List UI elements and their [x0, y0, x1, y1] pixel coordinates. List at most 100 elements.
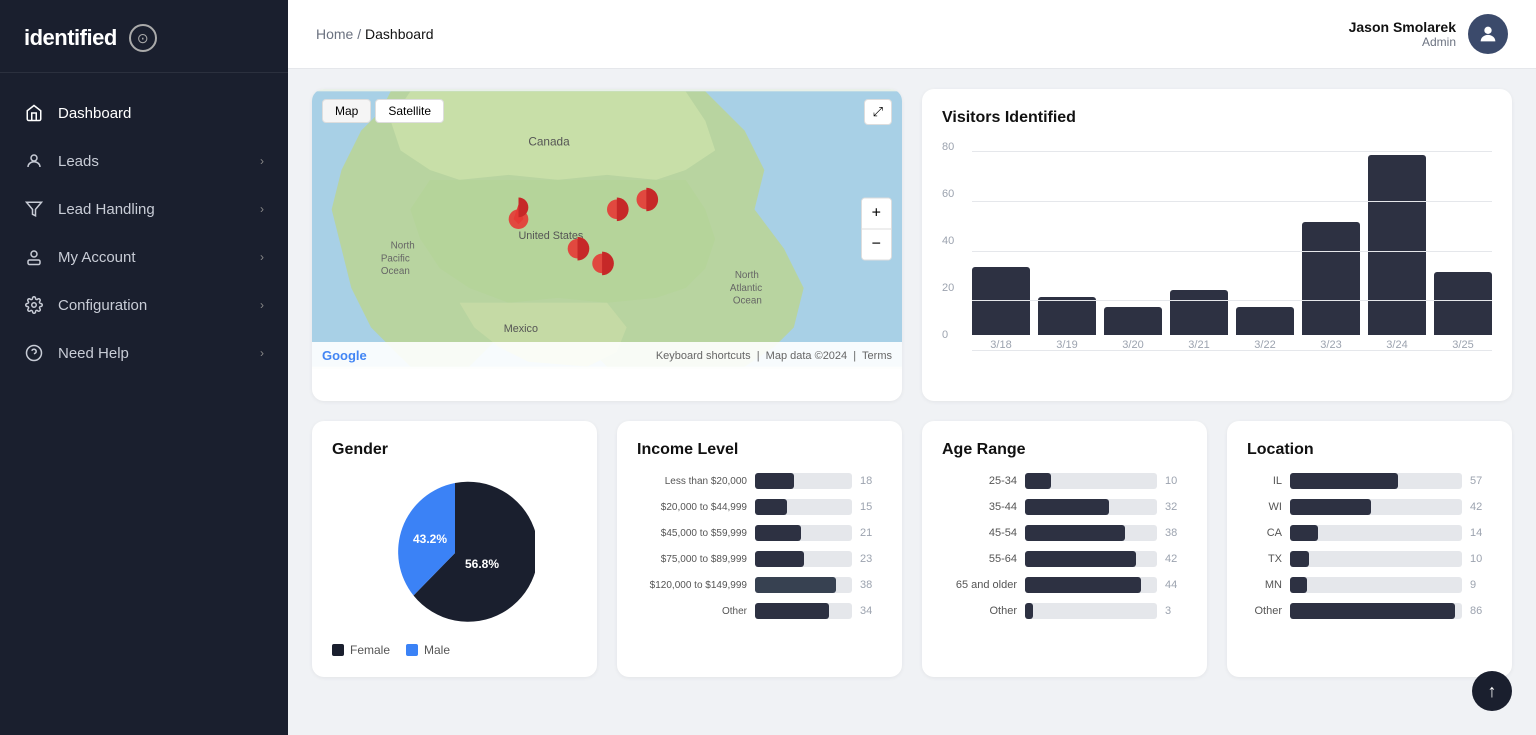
income-bar-track: [755, 473, 852, 489]
lead-handling-chevron: ›: [260, 202, 264, 216]
income-bar-label: Other: [637, 606, 747, 617]
svg-text:Ocean: Ocean: [733, 296, 762, 307]
location-bar-row: IL 57: [1247, 473, 1492, 489]
header-user: Jason Smolarek Admin: [1349, 14, 1508, 54]
visitors-chart-card: Visitors Identified 80 60 40 20 0: [922, 89, 1512, 401]
leads-chevron: ›: [260, 154, 264, 168]
home-icon: [24, 103, 44, 123]
svg-text:Pacific: Pacific: [381, 253, 410, 264]
chart-y-labels: 80 60 40 20 0: [942, 141, 954, 341]
location-bar-row: MN 9: [1247, 577, 1492, 593]
svg-text:Canada: Canada: [528, 134, 570, 148]
age-bar-label: Other: [942, 605, 1017, 617]
location-bar-label: Other: [1247, 605, 1282, 617]
sidebar-item-need-help[interactable]: Need Help ›: [0, 329, 288, 377]
income-bar-fill: [755, 603, 829, 619]
legend-female: Female: [332, 643, 390, 657]
male-dot: [406, 644, 418, 656]
location-card: Location IL 57 WI 42 CA 14 TX 10 MN 9: [1227, 421, 1512, 677]
sidebar-item-dashboard[interactable]: Dashboard: [0, 89, 288, 137]
income-bar-fill: [755, 473, 794, 489]
gear-icon: [24, 295, 44, 315]
zoom-out-button[interactable]: −: [862, 230, 891, 260]
income-bar-row: Other 34: [637, 603, 882, 619]
satellite-button[interactable]: Satellite: [375, 99, 444, 123]
user-icon: [24, 247, 44, 267]
svg-text:Atlantic: Atlantic: [730, 283, 762, 294]
gender-card: Gender 56.8% 43.2%: [312, 421, 597, 677]
sidebar-item-my-account-label: My Account: [58, 249, 136, 266]
sidebar-item-need-help-label: Need Help: [58, 345, 129, 362]
breadcrumb: Home / Dashboard: [316, 26, 434, 42]
sidebar-item-leads[interactable]: Leads ›: [0, 137, 288, 185]
app-name: identified: [24, 25, 117, 51]
svg-text:43.2%: 43.2%: [413, 532, 447, 546]
location-bar-track: [1290, 551, 1462, 567]
location-bar-label: WI: [1247, 501, 1282, 513]
map-zoom-controls: + −: [861, 198, 892, 261]
sidebar-item-configuration[interactable]: Configuration ›: [0, 281, 288, 329]
age-bar-fill: [1025, 525, 1125, 541]
age-bar-track: [1025, 577, 1157, 593]
bottom-row: Gender 56.8% 43.2%: [312, 421, 1512, 677]
y-label-20: 20: [942, 282, 954, 294]
sidebar-item-configuration-label: Configuration: [58, 297, 147, 314]
y-label-40: 40: [942, 235, 954, 247]
location-bar-label: TX: [1247, 553, 1282, 565]
income-bar-track: [755, 603, 852, 619]
income-bar-value: 15: [860, 501, 882, 513]
gender-title: Gender: [332, 441, 577, 459]
age-bar-value: 3: [1165, 605, 1187, 617]
location-bar-fill: [1290, 473, 1398, 489]
configuration-chevron: ›: [260, 298, 264, 312]
main-content: Home / Dashboard Jason Smolarek Admin: [288, 0, 1536, 735]
visitors-chart-title: Visitors Identified: [942, 109, 1492, 127]
user-info: Jason Smolarek Admin: [1349, 19, 1456, 49]
age-bar-label: 65 and older: [942, 579, 1017, 591]
income-bar-value: 23: [860, 553, 882, 565]
sidebar-item-my-account[interactable]: My Account ›: [0, 233, 288, 281]
location-bar-row: CA 14: [1247, 525, 1492, 541]
y-label-0: 0: [942, 329, 954, 341]
income-bar-row: $45,000 to $59,999 21: [637, 525, 882, 541]
income-bar-fill: [755, 525, 801, 541]
income-bar-track: [755, 577, 852, 593]
pie-chart: 56.8% 43.2%: [375, 473, 535, 633]
scroll-to-top-button[interactable]: ↑: [1472, 671, 1512, 711]
age-bar-fill: [1025, 499, 1109, 515]
breadcrumb-separator: /: [357, 26, 361, 42]
breadcrumb-current: Dashboard: [365, 26, 434, 42]
map-card: Canada United States Mexico North Pacifi…: [312, 89, 902, 401]
income-bar-row: Less than $20,000 18: [637, 473, 882, 489]
income-bar-label: Less than $20,000: [637, 476, 747, 487]
location-bar-label: CA: [1247, 527, 1282, 539]
user-name: Jason Smolarek: [1349, 19, 1456, 35]
location-bar-track: [1290, 473, 1462, 489]
location-bar-value: 42: [1470, 501, 1492, 513]
map-button[interactable]: Map: [322, 99, 371, 123]
avatar[interactable]: [1468, 14, 1508, 54]
svg-text:North: North: [735, 270, 759, 281]
age-bar-fill: [1025, 473, 1051, 489]
breadcrumb-home[interactable]: Home: [316, 26, 353, 42]
chart-grid-lines: [972, 151, 1492, 351]
location-bar-value: 9: [1470, 579, 1492, 591]
age-bar-track: [1025, 603, 1157, 619]
sidebar-item-dashboard-label: Dashboard: [58, 105, 131, 122]
age-bar-track: [1025, 551, 1157, 567]
income-bar-track: [755, 551, 852, 567]
location-title: Location: [1247, 441, 1492, 459]
sidebar-item-lead-handling-label: Lead Handling: [58, 201, 155, 218]
filter-icon: [24, 199, 44, 219]
location-bar-fill: [1290, 525, 1318, 541]
male-label: Male: [424, 643, 450, 657]
help-icon: [24, 343, 44, 363]
age-bar-row: Other 3: [942, 603, 1187, 619]
map-expand-button[interactable]: ⤢: [864, 99, 892, 125]
age-bar-label: 55-64: [942, 553, 1017, 565]
grid-line-80: [972, 151, 1492, 152]
income-bar-label: $75,000 to $89,999: [637, 554, 747, 565]
zoom-in-button[interactable]: +: [862, 199, 891, 230]
location-bar-row: Other 86: [1247, 603, 1492, 619]
sidebar-item-lead-handling[interactable]: Lead Handling ›: [0, 185, 288, 233]
